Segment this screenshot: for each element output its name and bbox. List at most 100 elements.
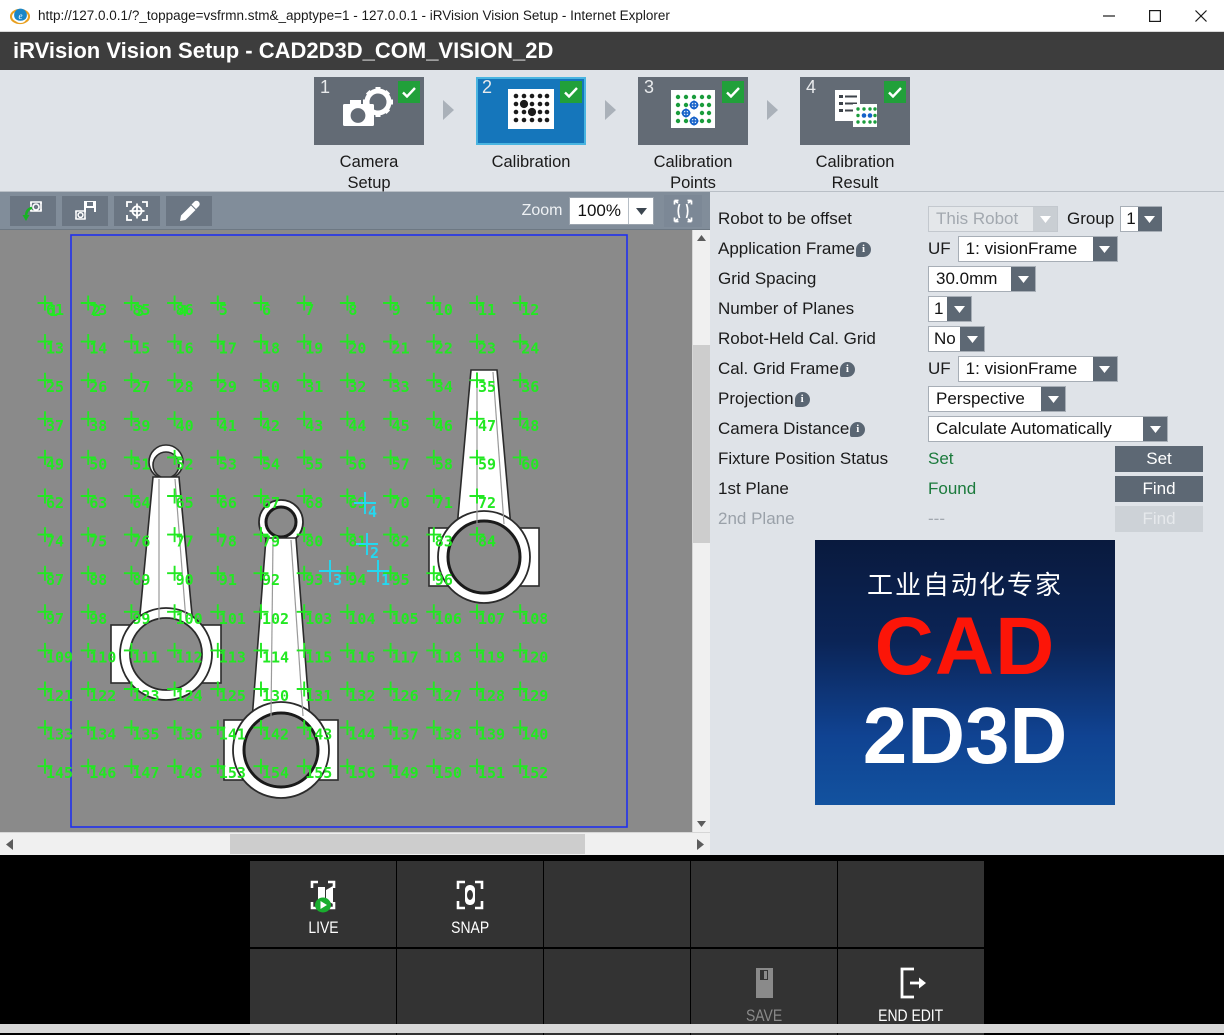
combobox-value: 1 xyxy=(934,299,944,318)
status-row-1st-plane: 1st Plane Found Find xyxy=(718,474,1224,504)
number-of-planes-combobox[interactable]: 1 xyxy=(928,296,972,322)
step-calibration[interactable]: 2 Calibration xyxy=(461,77,601,173)
group-combobox[interactable]: 1 xyxy=(1120,206,1163,232)
scroll-up-arrow-icon[interactable] xyxy=(693,230,710,247)
calibration-marker-label: 52 xyxy=(176,455,194,473)
chevron-down-icon[interactable] xyxy=(628,197,653,224)
calibration-marker-label: 9 xyxy=(392,301,401,319)
cal-grid-frame-combobox[interactable]: 1: visionFrame xyxy=(957,356,1118,382)
setting-label: Grid Spacing xyxy=(718,269,817,288)
info-icon[interactable]: i xyxy=(839,361,855,377)
image-vertical-scrollbar[interactable] xyxy=(692,230,710,832)
step-number: 2 xyxy=(482,77,493,97)
calibration-marker-label: 143 xyxy=(305,726,332,744)
combobox-value: 1: visionFrame xyxy=(965,359,1078,378)
calibration-marker-label: 41 xyxy=(219,417,237,435)
calibration-marker-label: 16 xyxy=(176,340,194,358)
chevron-down-icon[interactable] xyxy=(960,327,984,351)
calibration-marker-label: 29 xyxy=(219,378,237,396)
maximize-button[interactable] xyxy=(1132,0,1178,32)
function-key-3[interactable] xyxy=(544,861,690,947)
live-button[interactable]: LIVE xyxy=(250,861,396,947)
calibration-marker-label: 12 xyxy=(521,301,539,319)
chevron-down-icon[interactable] xyxy=(1143,417,1167,441)
zoom-combobox[interactable]: 100% xyxy=(568,196,654,225)
status-value: Set xyxy=(928,449,954,468)
step-label: Calibration xyxy=(491,153,571,171)
calibration-marker-label: 70 xyxy=(392,494,410,512)
scroll-left-arrow-icon[interactable] xyxy=(0,833,20,855)
projection-combobox[interactable]: Perspective xyxy=(928,386,1066,412)
calibration-marker-label: 89 xyxy=(132,571,150,589)
calibration-marker-label: 104 xyxy=(348,610,375,628)
setting-label: Number of Planes xyxy=(718,299,855,318)
calibration-marker-label: 109 xyxy=(46,648,73,666)
horizontal-scroll-thumb[interactable] xyxy=(230,834,585,854)
calibration-marker-label: 97 xyxy=(46,610,64,628)
calibration-marker-label: 67 xyxy=(262,494,280,512)
close-button[interactable] xyxy=(1178,0,1224,32)
function-key-4[interactable] xyxy=(691,861,837,947)
load-image-icon[interactable] xyxy=(10,195,56,226)
end-edit-button[interactable]: END EDIT xyxy=(838,949,984,1035)
calibration-image[interactable]: 61 73 85 86 5 6 7 8 9 10 11 1213 14 15 16 17 18 19 20 21 22 2… xyxy=(0,230,692,832)
eyedropper-icon[interactable] xyxy=(166,195,212,226)
minimize-button[interactable] xyxy=(1086,0,1132,32)
zoom-value: 100% xyxy=(577,200,621,220)
function-key-label: LIVE xyxy=(307,918,339,937)
application-frame-combobox[interactable]: 1: visionFrame xyxy=(957,236,1118,262)
setting-row-number-of-planes: Number of Planes 1 xyxy=(718,294,1224,324)
image-viewport[interactable]: 61 73 85 86 5 6 7 8 9 10 11 12 13 14 15 16 17 18 19 20 21 22 2… xyxy=(0,230,692,832)
info-icon[interactable]: i xyxy=(794,391,810,407)
chevron-down-icon[interactable] xyxy=(1092,357,1117,381)
function-key-8[interactable] xyxy=(544,949,690,1035)
calibration-marker-label: 106 xyxy=(435,610,462,628)
calibration-marker-label: 35 xyxy=(478,378,496,396)
find-1st-plane-button[interactable]: Find xyxy=(1115,476,1203,502)
calibration-marker-label: 66 xyxy=(219,494,237,512)
calibration-marker-label: 2 xyxy=(92,302,101,320)
calibration-marker-label: 50 xyxy=(89,455,107,473)
calibration-marker-label: 6 xyxy=(262,301,271,319)
camera-distance-combobox[interactable]: Calculate Automatically xyxy=(928,416,1168,442)
function-key-5[interactable] xyxy=(838,861,984,947)
chevron-down-icon[interactable] xyxy=(1137,207,1162,231)
chevron-down-icon[interactable] xyxy=(1092,237,1117,261)
function-key-7[interactable] xyxy=(397,949,543,1035)
calibration-marker-label: 99 xyxy=(132,610,150,628)
calibration-points-icon xyxy=(668,87,718,136)
calibration-marker-label: 4 xyxy=(368,503,377,521)
calibration-marker-label: 68 xyxy=(305,494,323,512)
calibration-marker-label: 63 xyxy=(89,494,107,512)
step-calibration-result[interactable]: 4 Calibration Result xyxy=(785,77,925,194)
info-icon[interactable]: i xyxy=(856,241,872,257)
scroll-right-arrow-icon[interactable] xyxy=(690,833,710,855)
grid-spacing-combobox[interactable]: 30.0mm xyxy=(928,266,1036,292)
calibration-marker-label: 21 xyxy=(392,340,410,358)
scroll-down-arrow-icon[interactable] xyxy=(693,815,710,832)
calibration-marker-label: 8 xyxy=(348,301,357,319)
vertical-scroll-thumb[interactable] xyxy=(693,345,710,543)
image-horizontal-scrollbar[interactable] xyxy=(0,832,710,855)
fit-to-window-icon[interactable] xyxy=(664,194,702,227)
calibration-marker-label: 149 xyxy=(392,764,419,782)
chevron-down-icon[interactable] xyxy=(1011,267,1035,291)
calibration-marker-label: 14 xyxy=(89,340,107,358)
snap-button[interactable]: SNAP xyxy=(397,861,543,947)
status-value: --- xyxy=(928,509,945,528)
robot-held-cal-grid-combobox[interactable]: No xyxy=(928,326,985,352)
save-image-icon[interactable] xyxy=(62,195,108,226)
center-target-icon[interactable] xyxy=(114,195,160,226)
calibration-marker-label: 44 xyxy=(348,417,366,435)
step-calibration-points[interactable]: 3 Calibration Points xyxy=(623,77,763,194)
calibration-marker-label: 116 xyxy=(348,648,375,666)
function-key-6[interactable] xyxy=(250,949,396,1035)
calibration-marker-label: 83 xyxy=(435,533,453,551)
chevron-down-icon[interactable] xyxy=(947,297,971,321)
calibration-marker-label: 75 xyxy=(89,533,107,551)
set-fixture-position-button[interactable]: Set xyxy=(1115,446,1203,472)
step-camera-setup[interactable]: 1 Camera Setup xyxy=(299,77,439,194)
info-icon[interactable]: i xyxy=(850,421,866,437)
chevron-down-icon[interactable] xyxy=(1041,387,1065,411)
calibration-marker-label: 121 xyxy=(46,687,73,705)
